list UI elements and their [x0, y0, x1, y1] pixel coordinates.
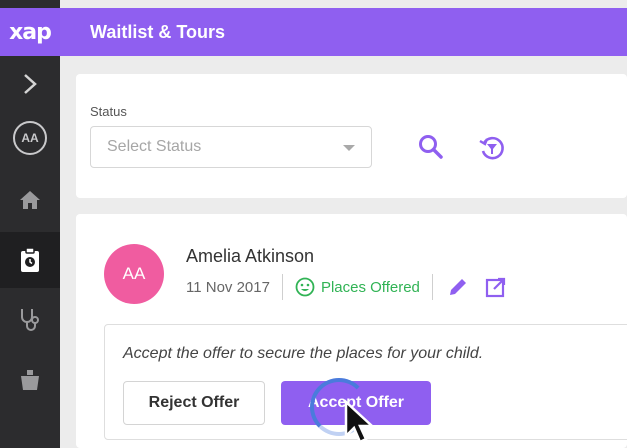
sidebar-item-home[interactable] — [0, 172, 60, 228]
status-text: Places Offered — [320, 278, 420, 296]
stethoscope-icon — [21, 309, 39, 331]
open-external-button[interactable] — [483, 274, 509, 300]
divider — [281, 274, 283, 300]
app-header: Waitlist & Tours — [60, 8, 627, 56]
child-avatar: AA — [104, 244, 164, 304]
sidebar-item-health[interactable] — [0, 292, 60, 348]
logo-text: xap — [9, 19, 52, 45]
filter-panel: Status Select Status — [76, 74, 627, 198]
mouse-pointer-icon — [344, 399, 376, 444]
pencil-icon — [449, 279, 466, 295]
status-badge: Places Offered — [295, 277, 420, 297]
avatar: AA — [13, 121, 47, 155]
clipboard-clock-icon — [21, 247, 39, 272]
filter-reset-icon — [479, 136, 504, 160]
edit-button[interactable] — [445, 274, 471, 300]
sidebar-user-avatar[interactable]: AA — [0, 110, 60, 166]
reject-offer-button[interactable]: Reject Offer — [123, 381, 265, 425]
app-logo: xap — [0, 8, 60, 56]
reset-filter-button[interactable] — [476, 132, 508, 164]
status-select[interactable]: Select Status — [90, 126, 372, 168]
status-label: Status — [90, 104, 127, 119]
home-icon — [20, 191, 40, 209]
sidebar-expand-button[interactable] — [0, 58, 60, 110]
search-icon — [419, 135, 443, 159]
sidebar-item-other[interactable] — [0, 352, 60, 408]
sidebar: xap AA — [0, 0, 60, 448]
chevron-right-icon — [24, 74, 37, 94]
offer-message: Accept the offer to secure the places fo… — [123, 345, 484, 362]
bucket-icon — [21, 370, 39, 390]
sidebar-item-waitlist[interactable] — [0, 232, 60, 288]
child-dob: 11 Nov 2017 — [186, 278, 270, 296]
page-title: Waitlist & Tours — [90, 21, 225, 42]
caret-down-icon — [343, 145, 355, 151]
child-info-row: 11 Nov 2017 Places Offered — [186, 274, 509, 300]
child-name: Amelia Atkinson — [186, 246, 315, 266]
status-select-placeholder: Select Status — [107, 138, 202, 155]
divider — [431, 274, 433, 300]
smile-icon — [295, 277, 315, 297]
external-link-icon — [485, 277, 506, 298]
search-button[interactable] — [416, 132, 446, 162]
